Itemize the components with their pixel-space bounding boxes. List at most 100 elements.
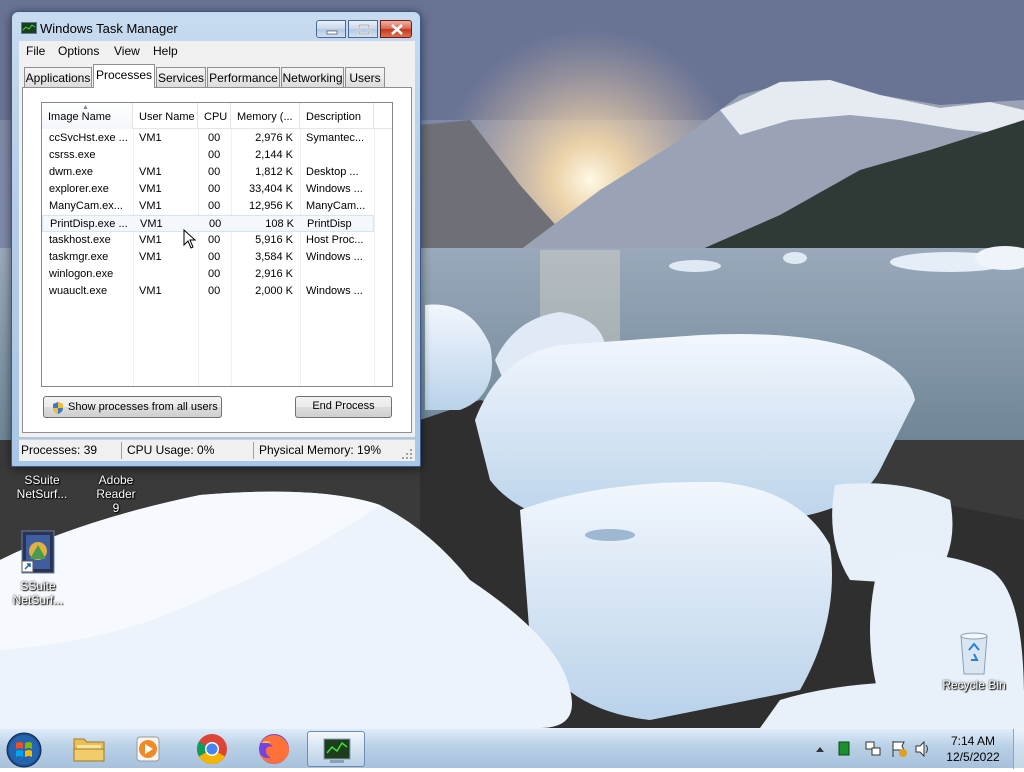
action-center-flag-icon[interactable] (890, 729, 908, 769)
tab-performance[interactable]: Performance (207, 67, 280, 87)
cell-user: VM1 (139, 166, 162, 178)
maximize-button[interactable] (348, 20, 378, 38)
status-cpu-usage: CPU Usage: 0% (127, 443, 215, 457)
desktop-icon-ssuite-top[interactable]: SSuite NetSurf... (4, 473, 80, 501)
cell-cpu: 00 (208, 234, 221, 246)
netsurf-icon (21, 530, 55, 574)
desktop-icon-label: 9 (112, 501, 120, 515)
cell-description: Host Proc... (306, 234, 364, 246)
end-process-button[interactable]: End Process (295, 396, 392, 418)
cell-cpu: 00 (208, 166, 221, 178)
close-icon (391, 24, 403, 35)
column-memory[interactable]: Memory (... (231, 103, 300, 129)
resize-grip-icon[interactable] (401, 448, 413, 460)
cell-memory: 2,916 K (255, 268, 293, 280)
desktop-icon-label: NetSurf... (12, 593, 64, 607)
mouse-cursor-icon (183, 229, 197, 249)
network-icon[interactable] (864, 729, 882, 769)
tab-networking[interactable]: Networking (281, 67, 344, 87)
show-hidden-icons-icon[interactable] (814, 729, 826, 769)
close-button[interactable] (380, 20, 412, 38)
volume-icon[interactable] (914, 729, 932, 769)
table-row[interactable]: csrss.exe 00 2,144 K (42, 147, 374, 164)
show-desktop-button[interactable] (1013, 729, 1024, 769)
column-description[interactable]: Description (300, 103, 374, 129)
desktop-icon-label: Recycle Bin (942, 678, 1006, 692)
table-row[interactable]: ccSvcHst.exe ... VM1 00 2,976 K Symantec... (42, 130, 374, 147)
cell-user: VM1 (139, 183, 162, 195)
status-separator (121, 442, 122, 459)
status-bar: Processes: 39 CPU Usage: 0% Physical Mem… (19, 439, 415, 461)
menu-view[interactable]: View (114, 44, 140, 58)
minimize-icon (326, 30, 338, 35)
menu-file[interactable]: File (26, 44, 45, 58)
table-row[interactable]: ManyCam.ex... VM1 00 12,956 K ManyCam... (42, 198, 374, 215)
table-row[interactable]: wuauclt.exe VM1 00 2,000 K Windows ... (42, 283, 374, 300)
table-row[interactable]: dwm.exe VM1 00 1,812 K Desktop ... (42, 164, 374, 181)
tab-processes[interactable]: Processes (93, 64, 155, 88)
tab-applications[interactable]: Applications (24, 67, 92, 87)
clock-time: 7:14 AM (950, 734, 996, 748)
cell-name: ManyCam.ex... (49, 200, 123, 212)
tab-users[interactable]: Users (345, 67, 385, 87)
show-all-processes-button[interactable]: Show processes from all users (43, 396, 222, 418)
window-title: Windows Task Manager (40, 21, 178, 36)
start-button[interactable] (4, 731, 48, 768)
cell-name: taskhost.exe (49, 234, 111, 246)
menu-options[interactable]: Options (58, 44, 99, 58)
status-processes: Processes: 39 (21, 443, 98, 457)
desktop-icon-label: SSuite (20, 579, 56, 593)
table-row[interactable]: taskmgr.exe VM1 00 3,584 K Windows ... (42, 249, 374, 266)
cell-description: Desktop ... (306, 166, 359, 178)
desktop-icon-adobe-reader[interactable]: Adobe Reader 9 (78, 473, 154, 515)
cell-cpu: 00 (208, 251, 221, 263)
column-label: Memory (... (237, 111, 293, 123)
tray-app-icon[interactable] (836, 729, 852, 769)
status-separator (253, 442, 254, 459)
menu-bar: File Options View Help (19, 41, 415, 61)
cell-cpu: 00 (208, 149, 221, 161)
taskbar-chrome[interactable] (183, 731, 241, 767)
process-list-header: ▲ Image Name User Name CPU Memory (... D… (42, 103, 392, 129)
taskbar-task-manager[interactable] (307, 731, 365, 767)
chrome-icon (196, 734, 227, 765)
desktop-icon-label: SSuite (24, 473, 60, 487)
cell-description: ManyCam... (306, 200, 366, 212)
column-user-name[interactable]: User Name (133, 103, 198, 129)
desktop-icon-recycle-bin[interactable]: Recycle Bin (936, 630, 1012, 692)
column-cpu[interactable]: CPU (198, 103, 231, 129)
cell-name: winlogon.exe (49, 268, 114, 280)
column-label: CPU (204, 111, 228, 123)
menu-help[interactable]: Help (153, 44, 178, 58)
table-row[interactable]: explorer.exe VM1 00 33,404 K Windows ... (42, 181, 374, 198)
status-physical-memory: Physical Memory: 19% (259, 443, 382, 457)
table-row[interactable]: PrintDisp.exe ... VM1 00 108 K PrintDisp (42, 215, 374, 232)
title-bar[interactable]: Windows Task Manager (12, 12, 420, 42)
cell-memory: 2,000 K (255, 285, 293, 297)
system-clock[interactable]: 7:14 AM 12/5/2022 (942, 733, 1004, 765)
cell-name: ccSvcHst.exe ... (49, 132, 128, 144)
table-row[interactable]: taskhost.exe VM1 00 5,916 K Host Proc... (42, 232, 374, 249)
cell-name: explorer.exe (49, 183, 109, 195)
process-list[interactable]: ▲ Image Name User Name CPU Memory (... D… (41, 102, 393, 387)
shield-icon (53, 402, 63, 414)
desktop-icon-ssuite-netsurf[interactable]: SSuite NetSurf... (0, 529, 76, 607)
table-row[interactable]: winlogon.exe 00 2,916 K (42, 266, 374, 283)
cell-description: PrintDisp (307, 218, 352, 230)
task-manager-window: Windows Task Manager File Options View H… (11, 11, 421, 467)
desktop-icon-label: Adobe Reader (96, 473, 136, 501)
cell-cpu: 00 (208, 200, 221, 212)
folder-icon (73, 738, 105, 762)
sort-up-icon: ▲ (82, 104, 89, 111)
minimize-button[interactable] (316, 20, 346, 38)
cell-name: taskmgr.exe (49, 251, 109, 263)
tab-services[interactable]: Services (156, 67, 206, 87)
desktop-icon-label: NetSurf... (16, 487, 68, 501)
cell-description: Windows ... (306, 285, 363, 297)
cell-memory: 12,956 K (248, 200, 293, 212)
taskbar-firefox[interactable] (245, 731, 303, 767)
taskbar-media-player[interactable] (120, 731, 178, 767)
column-image-name[interactable]: ▲ Image Name (42, 103, 133, 129)
cell-cpu: 00 (209, 218, 222, 230)
taskbar-file-explorer[interactable] (60, 731, 118, 767)
